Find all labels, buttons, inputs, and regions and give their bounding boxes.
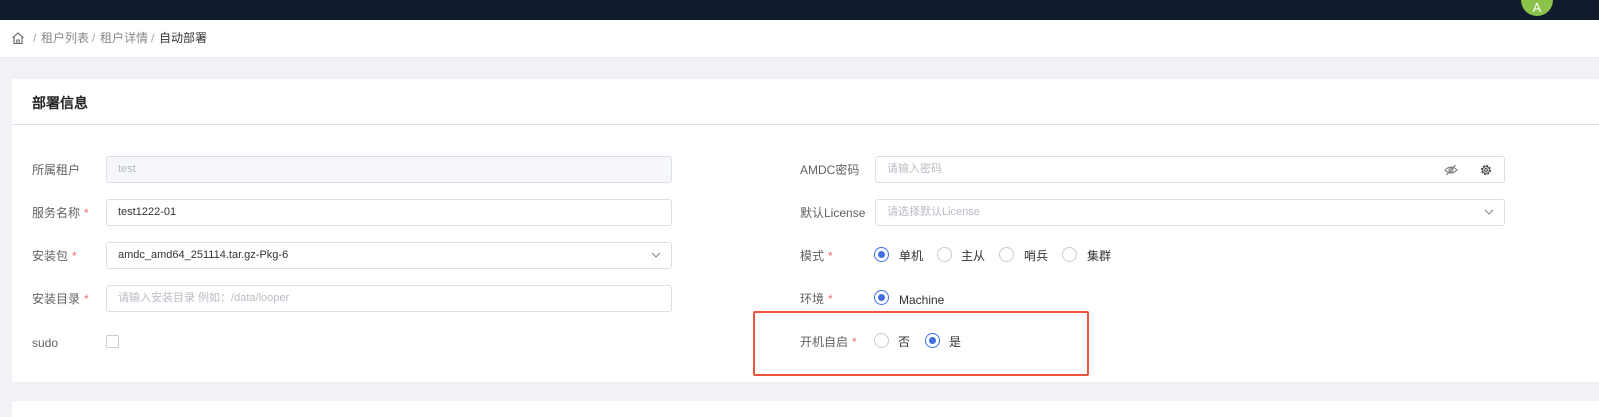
user-avatar[interactable]: A: [1521, 0, 1553, 16]
breadcrumb-tenant-list[interactable]: 租户列表: [41, 30, 89, 46]
tenant-label: 所属租户: [32, 163, 81, 177]
breadcrumb-separator: /: [33, 31, 37, 45]
service-name-label: 服务名称 *: [32, 206, 89, 220]
env-option-label[interactable]: Machine: [899, 292, 944, 308]
package-label: 安装包 *: [32, 249, 77, 263]
password-label: AMDC密码: [800, 163, 860, 177]
mode-option-label[interactable]: 集群: [1087, 248, 1111, 264]
mode-option-label[interactable]: 单机: [899, 248, 923, 264]
mode-radio-standalone[interactable]: [874, 247, 889, 262]
chevron-down-icon: [651, 252, 661, 258]
install-dir-input[interactable]: 请输入安装目录 例如：/data/looper: [106, 285, 672, 312]
service-name-input[interactable]: test1222-01: [106, 199, 672, 226]
generate-password-button[interactable]: [1468, 156, 1505, 183]
gear-icon: [1480, 164, 1492, 176]
package-select[interactable]: amdc_amd64_251114.tar.gz-Pkg-6: [106, 242, 672, 269]
mode-option-label[interactable]: 哨兵: [1024, 248, 1048, 264]
password-input[interactable]: 请输入密码: [875, 156, 1469, 183]
env-label: 环境 *: [800, 292, 833, 306]
mode-radio-sentinel[interactable]: [999, 247, 1014, 262]
breadcrumb-auto-deploy: 自动部署: [159, 31, 208, 45]
sudo-checkbox[interactable]: [106, 335, 119, 348]
next-card: [12, 401, 1599, 417]
tenant-input: test: [106, 156, 672, 183]
home-icon[interactable]: [11, 31, 25, 45]
breadcrumb: / 租户列表 / 租户详情 / 自动部署: [0, 20, 1599, 58]
breadcrumb-tenant-detail[interactable]: 租户详情: [100, 30, 148, 46]
mode-radio-master-slave[interactable]: [937, 247, 952, 262]
annotation-highlight-box: [753, 311, 1089, 376]
breadcrumb-separator: /: [92, 31, 96, 45]
card-header: 部署信息: [12, 79, 1599, 125]
license-select[interactable]: 请选择默认License: [875, 199, 1505, 226]
sudo-label: sudo: [32, 336, 59, 350]
card-title: 部署信息: [32, 95, 88, 111]
top-nav-bar: A: [0, 0, 1599, 20]
env-radio-machine[interactable]: [874, 290, 889, 305]
mode-option-label[interactable]: 主从: [961, 248, 985, 264]
install-dir-label: 安装目录 *: [32, 292, 89, 306]
license-label: 默认License: [800, 206, 866, 220]
eye-off-icon[interactable]: [1444, 163, 1458, 177]
breadcrumb-separator: /: [151, 31, 155, 45]
mode-radio-cluster[interactable]: [1062, 247, 1077, 262]
chevron-down-icon: [1484, 209, 1494, 215]
mode-label: 模式 *: [800, 249, 833, 263]
